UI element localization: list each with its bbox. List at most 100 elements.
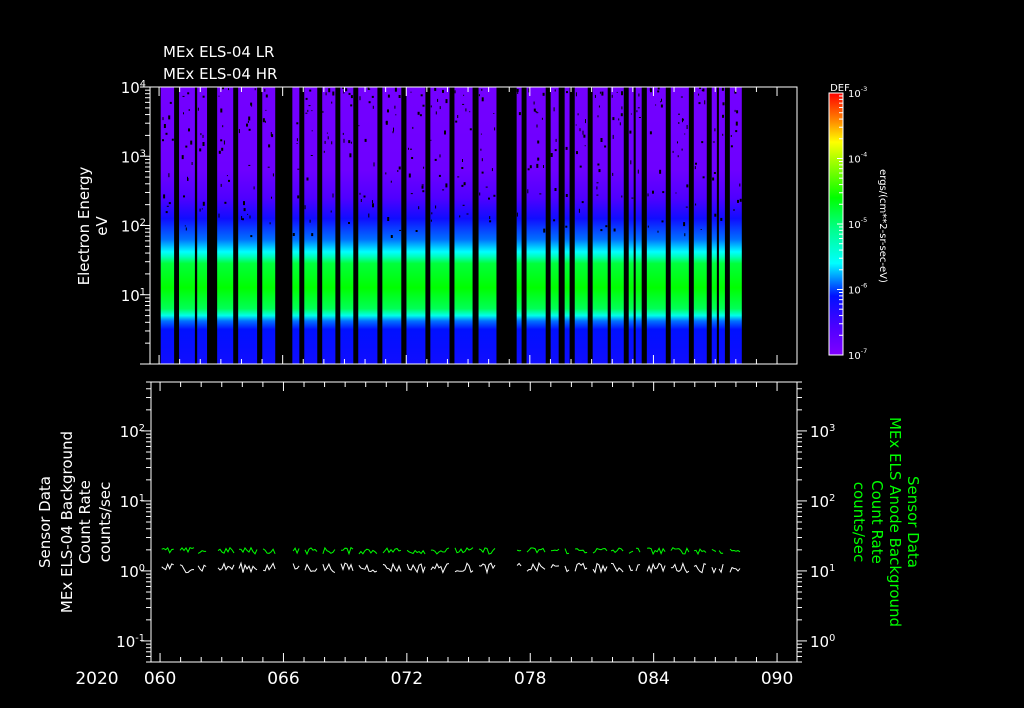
data-dropout-speck [367,87,369,90]
data-dropout-speck [678,113,680,115]
data-dropout-speck [652,190,654,194]
data-dropout-speck [243,201,245,206]
data-dropout-speck [238,129,240,134]
data-dropout-speck [349,153,352,158]
data-dropout-speck [408,147,409,150]
data-dropout-speck [657,90,660,93]
count-rate-frame [150,381,798,663]
data-dropout-speck [457,176,460,178]
data-dropout-speck [247,120,249,123]
anode-background-line [575,548,588,554]
anode-background-line [340,546,354,556]
data-dropout-speck [565,146,568,150]
data-dropout-speck [412,126,414,129]
data-dropout-speck [469,128,472,131]
data-dropout-speck [372,105,374,109]
data-dropout-speck [222,125,224,128]
data-dropout-speck [437,98,439,102]
data-dropout-speck [185,227,187,231]
data-dropout-speck [604,145,607,148]
background-count-line [454,562,474,574]
spectrogram-stripe [574,87,588,364]
spectrogram-stripe [197,87,208,364]
data-dropout-speck [647,194,649,196]
data-dropout-speck [385,172,387,175]
x-tick-label: 060 [144,669,176,689]
anode-background-line [610,547,624,554]
data-dropout-speck [399,229,402,231]
data-dropout-speck [480,133,482,135]
data-dropout-speck [415,230,418,232]
data-dropout-speck [185,145,188,148]
data-dropout-speck [630,113,632,115]
data-dropout-speck [218,213,220,218]
spectrogram-stripe [358,87,378,364]
data-dropout-speck [248,164,251,166]
spectrogram-panel: 101 102 103 104 [121,79,798,365]
data-dropout-speck [410,148,412,150]
data-dropout-speck [533,108,536,112]
x-tick-label: 078 [514,669,546,689]
data-dropout-speck [197,107,199,111]
anode-background-line [292,547,300,555]
data-dropout-speck [248,128,251,131]
data-dropout-speck [680,96,683,98]
data-dropout-speck [430,105,432,108]
spectrogram-stripe [304,87,318,364]
data-dropout-speck [190,140,193,145]
data-dropout-speck [350,141,352,144]
data-dropout-speck [695,162,697,165]
data-dropout-speck [325,92,327,96]
data-dropout-speck [462,204,465,206]
data-dropout-speck [479,192,481,196]
data-dropout-speck [702,176,705,179]
data-dropout-speck [469,111,471,113]
data-dropout-speck [737,199,739,203]
data-dropout-speck [422,190,425,193]
left-y-tick-label: 10-1 [116,633,145,651]
data-dropout-speck [637,169,639,174]
data-dropout-speck [202,142,205,146]
data-dropout-speck [493,194,496,197]
data-dropout-speck [184,225,186,227]
background-count-line [478,562,496,575]
data-dropout-speck [714,128,716,132]
anode-background-line [693,548,707,556]
data-dropout-speck [685,206,688,208]
spectrogram-stripe [292,87,300,364]
data-dropout-speck [385,120,388,125]
data-dropout-speck [712,177,715,181]
data-dropout-speck [187,92,190,95]
data-dropout-speck [360,199,362,202]
data-dropout-speck [554,89,556,92]
data-dropout-speck [698,93,700,96]
data-dropout-speck [485,186,488,188]
data-dropout-speck [272,173,274,177]
data-dropout-speck [181,155,184,160]
data-dropout-speck [702,88,705,92]
data-dropout-speck [621,106,623,110]
spectrogram-stripe [262,87,276,364]
data-dropout-speck [516,212,518,217]
data-dropout-speck [621,195,623,198]
anode-background-line [647,547,666,556]
data-dropout-speck [733,209,735,211]
data-dropout-speck [698,102,701,105]
data-dropout-speck [518,112,521,116]
data-dropout-speck [171,138,174,141]
right-y-tick-label: 100 [810,633,835,651]
data-dropout-speck [686,184,689,188]
data-dropout-speck [435,111,437,115]
data-dropout-speck [536,124,538,128]
data-dropout-speck [672,150,674,153]
data-dropout-speck [393,127,394,132]
data-dropout-speck [265,94,268,98]
background-count-line [635,564,641,572]
data-dropout-speck [662,191,665,194]
spectrogram-stripe [179,87,195,364]
background-count-line [197,564,207,573]
colorbar: 10-3 10-4 10-5 10-6 10-7 [828,85,867,362]
data-dropout-speck [584,145,586,147]
data-dropout-speck [565,225,568,228]
data-dropout-speck [265,109,267,111]
